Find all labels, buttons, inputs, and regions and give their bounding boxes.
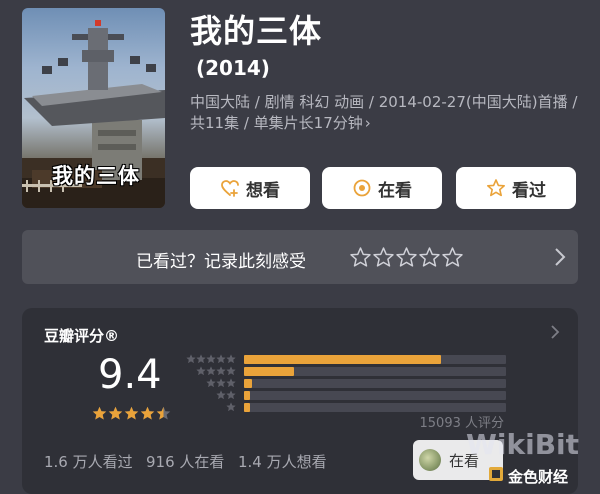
dist-star-icon [186, 354, 196, 363]
dist-track [244, 391, 506, 400]
rate-prompt-bar[interactable]: 已看过？记录此刻感受 [22, 230, 578, 284]
watched-button[interactable]: 看过 [456, 167, 576, 209]
dist-star-icon [206, 354, 216, 363]
want-button[interactable]: 想看 [190, 167, 310, 209]
rate-star-icon[interactable] [442, 247, 463, 268]
watermark-logo-icon [489, 467, 503, 481]
dist-star-icon [216, 390, 226, 399]
want-count[interactable]: 1.4 万人想看 [238, 451, 327, 472]
score-star-icon [108, 406, 123, 420]
dist-stars-4 [196, 366, 236, 376]
chevron-right-icon[interactable] [550, 324, 560, 340]
score-star-icon [92, 406, 107, 420]
rate-star-icon[interactable] [419, 247, 440, 268]
dist-bar-1-star [244, 403, 250, 412]
dist-star-icon [226, 402, 236, 411]
score-star-icon [124, 406, 139, 420]
dist-star-icon [226, 390, 236, 399]
dist-star-icon [196, 354, 206, 363]
dist-bar-5-star [244, 355, 441, 364]
dist-stars-2 [216, 390, 236, 400]
dist-star-icon [226, 366, 236, 375]
dist-stars-1 [226, 402, 236, 412]
target-icon [353, 179, 371, 197]
dist-star-icon [226, 378, 236, 387]
star-outline-icon [486, 179, 506, 197]
rating-title: 豆瓣评分® [44, 327, 120, 345]
page-title: 我的三体 [190, 12, 323, 50]
watching-count[interactable]: 916 人在看 [146, 451, 224, 472]
dist-star-icon [226, 354, 236, 363]
dist-star-icon [206, 378, 216, 387]
chevron-right-icon[interactable] [554, 247, 566, 267]
rate-star-icon[interactable] [350, 247, 371, 268]
dist-star-icon [206, 366, 216, 375]
rate-stars[interactable] [350, 247, 463, 268]
score-star-icon [156, 406, 171, 420]
heart-plus-icon [221, 180, 239, 197]
avatar [419, 449, 441, 471]
watching-button[interactable]: 在看 [322, 167, 442, 209]
score-star-icon [140, 406, 155, 420]
rating-score: 9.4 [98, 352, 162, 398]
dist-stars-5 [186, 354, 236, 364]
watched-label: 看过 [512, 180, 546, 201]
dist-track [244, 379, 506, 388]
watermark-cn: 金色财经 [508, 468, 569, 486]
show-meta[interactable]: 中国大陆 / 剧情 科幻 动画 / 2014-02-27(中国大陆)首播 / 共… [190, 92, 582, 134]
watermark-brand: WikiBit [466, 428, 580, 461]
chevron-right-icon: › [364, 114, 371, 132]
show-poster[interactable]: 我的三体 [22, 8, 165, 208]
show-meta-text: 中国大陆 / 剧情 科幻 动画 / 2014-02-27(中国大陆)首播 / 共… [190, 93, 578, 132]
dist-bar-2-star [244, 391, 250, 400]
poster-caption: 我的三体 [52, 164, 140, 188]
rating-stars [92, 406, 171, 421]
watching-label: 在看 [378, 180, 412, 201]
watched-count[interactable]: 1.6 万人看过 [44, 451, 133, 472]
dist-stars-3 [206, 378, 236, 388]
dist-star-icon [196, 366, 206, 375]
rate-prompt-text: 已看过？记录此刻感受 [136, 252, 306, 272]
dist-star-icon [216, 378, 226, 387]
rate-star-icon[interactable] [396, 247, 417, 268]
release-year: (2014) [196, 56, 270, 80]
want-label: 想看 [246, 180, 280, 201]
dist-star-icon [216, 354, 226, 363]
dist-bar-3-star [244, 379, 252, 388]
rate-star-icon[interactable] [373, 247, 394, 268]
dist-star-icon [216, 366, 226, 375]
dist-track [244, 403, 506, 412]
dist-bar-4-star [244, 367, 294, 376]
